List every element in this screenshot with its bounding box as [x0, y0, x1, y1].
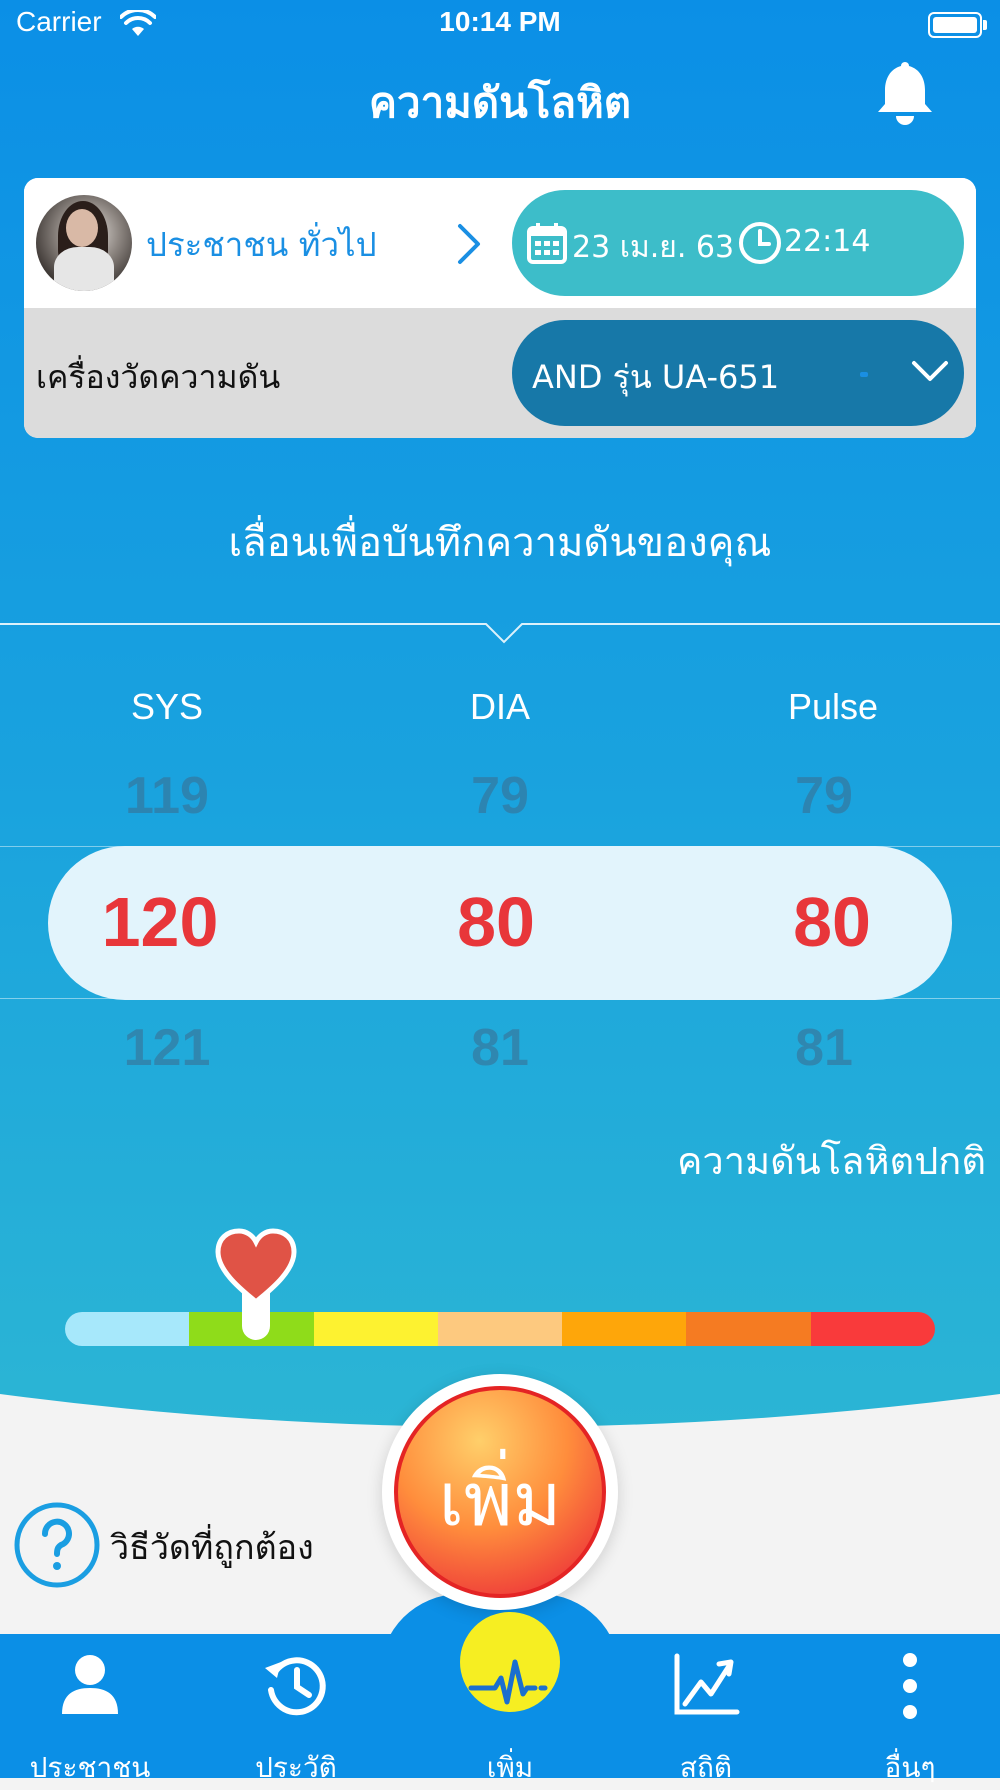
battery-icon [928, 12, 987, 38]
pressure-scale [65, 1312, 935, 1346]
scale-segment [810, 1312, 935, 1346]
datetime-button[interactable]: 23 เม.ย. 63 22:14 [512, 190, 964, 296]
scale-segment [686, 1312, 811, 1346]
device-dropdown[interactable]: AND รุ่น UA-651 [512, 320, 964, 426]
section-divider [0, 623, 1000, 644]
tab-people[interactable]: ประชาชน [0, 1650, 180, 1784]
tab-add[interactable]: เพิ่ม [420, 1650, 600, 1784]
pulse-next-value[interactable]: 81 [724, 1018, 924, 1078]
heartbeat-icon [468, 1659, 548, 1705]
scale-segment [437, 1312, 563, 1346]
device-label: เครื่องวัดความดัน [36, 358, 281, 396]
dia-value[interactable]: 80 [376, 882, 616, 962]
help-label[interactable]: วิธีวัดที่ถูกต้อง [110, 1520, 314, 1574]
person-icon [62, 1655, 118, 1714]
pressure-status: ความดันโลหิตปกติ [676, 1139, 986, 1183]
pulse-prev-value[interactable]: 79 [724, 766, 924, 826]
info-card: ประชาชน ทั่วไป 23 เม.ย. 63 22:14 เครื่อง… [24, 178, 976, 438]
status-time: 10:14 PM [439, 6, 561, 37]
scale-segment [562, 1312, 687, 1346]
dropdown-indicator [860, 372, 868, 377]
tab-label: เพิ่ม [486, 1751, 534, 1784]
dia-next-value[interactable]: 81 [400, 1018, 600, 1078]
tab-more[interactable]: อื่นๆ [820, 1650, 1000, 1784]
device-value: AND รุ่น UA-651 [532, 358, 780, 396]
time-value: 22:14 [784, 224, 871, 259]
tab-label: สถิติ [679, 1751, 733, 1784]
tab-label: อื่นๆ [884, 1751, 936, 1784]
tab-stats[interactable]: สถิติ [616, 1650, 796, 1784]
page-title: ความดันโลหิต [368, 78, 632, 127]
clock-icon [739, 222, 781, 264]
more-icon [903, 1653, 917, 1719]
chart-icon [674, 1653, 740, 1715]
dia-label: DIA [469, 686, 530, 727]
add-button[interactable]: เพิ่ม [394, 1386, 606, 1598]
device-row: เครื่องวัดความดัน AND รุ่น UA-651 [24, 308, 976, 438]
scale-segment [65, 1312, 190, 1346]
chevron-right-icon[interactable] [456, 222, 482, 266]
sys-prev-value[interactable]: 119 [67, 766, 267, 826]
user-name: ประชาชน ทั่วไป [146, 225, 377, 264]
pulse-value[interactable]: 80 [712, 882, 952, 962]
tab-history[interactable]: ประวัติ [206, 1650, 386, 1784]
heart-icon [215, 1228, 297, 1306]
sys-value[interactable]: 120 [40, 882, 280, 962]
swipe-instruction: เลื่อนเพื่อบันทึกความดันของคุณ [228, 520, 772, 566]
avatar [36, 195, 132, 291]
pulse-label: Pulse [787, 686, 879, 727]
scale-segment [313, 1312, 438, 1346]
tab-label: ประชาชน [29, 1751, 151, 1784]
calendar-icon [527, 223, 567, 264]
add-button-label: เพิ่ม [438, 1457, 562, 1543]
status-bar: Carrier 10:14 PM [0, 0, 1000, 50]
chevron-down-icon [912, 361, 948, 381]
help-icon[interactable] [12, 1500, 102, 1590]
sys-label: SYS [130, 686, 204, 727]
date-value: 23 เม.ย. 63 [572, 230, 735, 265]
profile-row[interactable]: ประชาชน ทั่วไป 23 เม.ย. 63 22:14 [24, 178, 976, 308]
tab-label: ประวัติ [255, 1751, 337, 1784]
dia-prev-value[interactable]: 79 [400, 766, 600, 826]
bell-icon[interactable] [874, 58, 936, 128]
sys-next-value[interactable]: 121 [67, 1018, 267, 1078]
history-icon [265, 1657, 326, 1716]
